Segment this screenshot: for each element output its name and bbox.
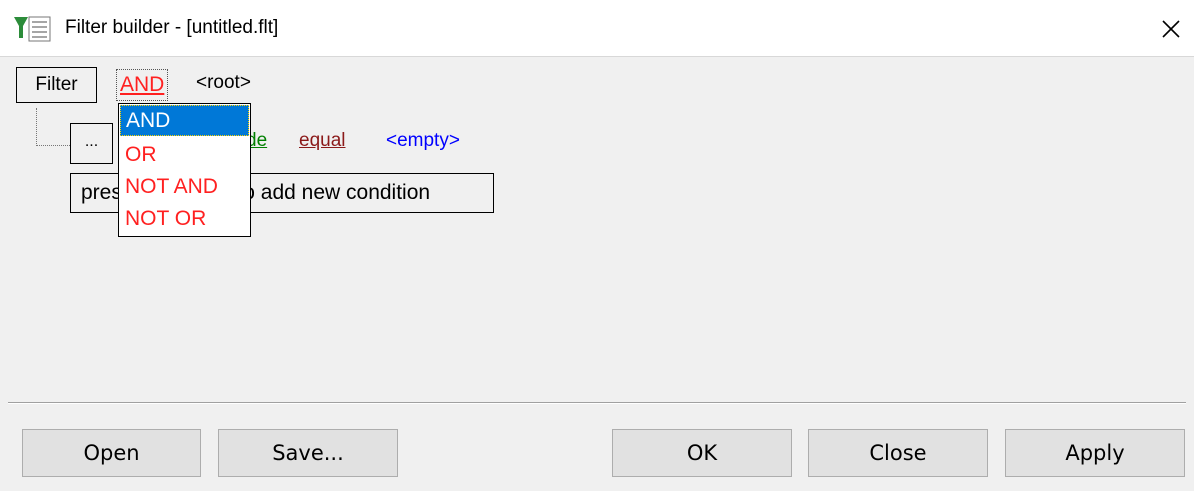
root-label: <root> (196, 72, 251, 93)
tree-connector-vertical (36, 108, 37, 146)
dropdown-option-not-or[interactable]: NOT OR (120, 203, 249, 234)
group-operator-link[interactable]: AND (116, 69, 169, 101)
operator-dropdown: AND OR NOT AND NOT OR (118, 103, 251, 237)
save-button[interactable]: Save... (218, 429, 398, 477)
dropdown-option-or[interactable]: OR (120, 139, 249, 170)
filter-button[interactable]: Filter (16, 67, 97, 103)
condition-value-link[interactable]: <empty> (386, 130, 460, 152)
apply-button[interactable]: Apply (1005, 429, 1185, 477)
close-button[interactable]: Close (808, 429, 988, 477)
ok-button[interactable]: OK (612, 429, 792, 477)
condition-operator-link[interactable]: equal (299, 130, 346, 152)
tree-connector-horizontal (36, 145, 70, 146)
footer-divider (8, 402, 1186, 404)
dropdown-option-not-and[interactable]: NOT AND (120, 171, 249, 202)
condition-menu-button[interactable]: ... (70, 123, 113, 164)
dropdown-option-and[interactable]: AND (120, 105, 249, 136)
open-button[interactable]: Open (22, 429, 201, 477)
